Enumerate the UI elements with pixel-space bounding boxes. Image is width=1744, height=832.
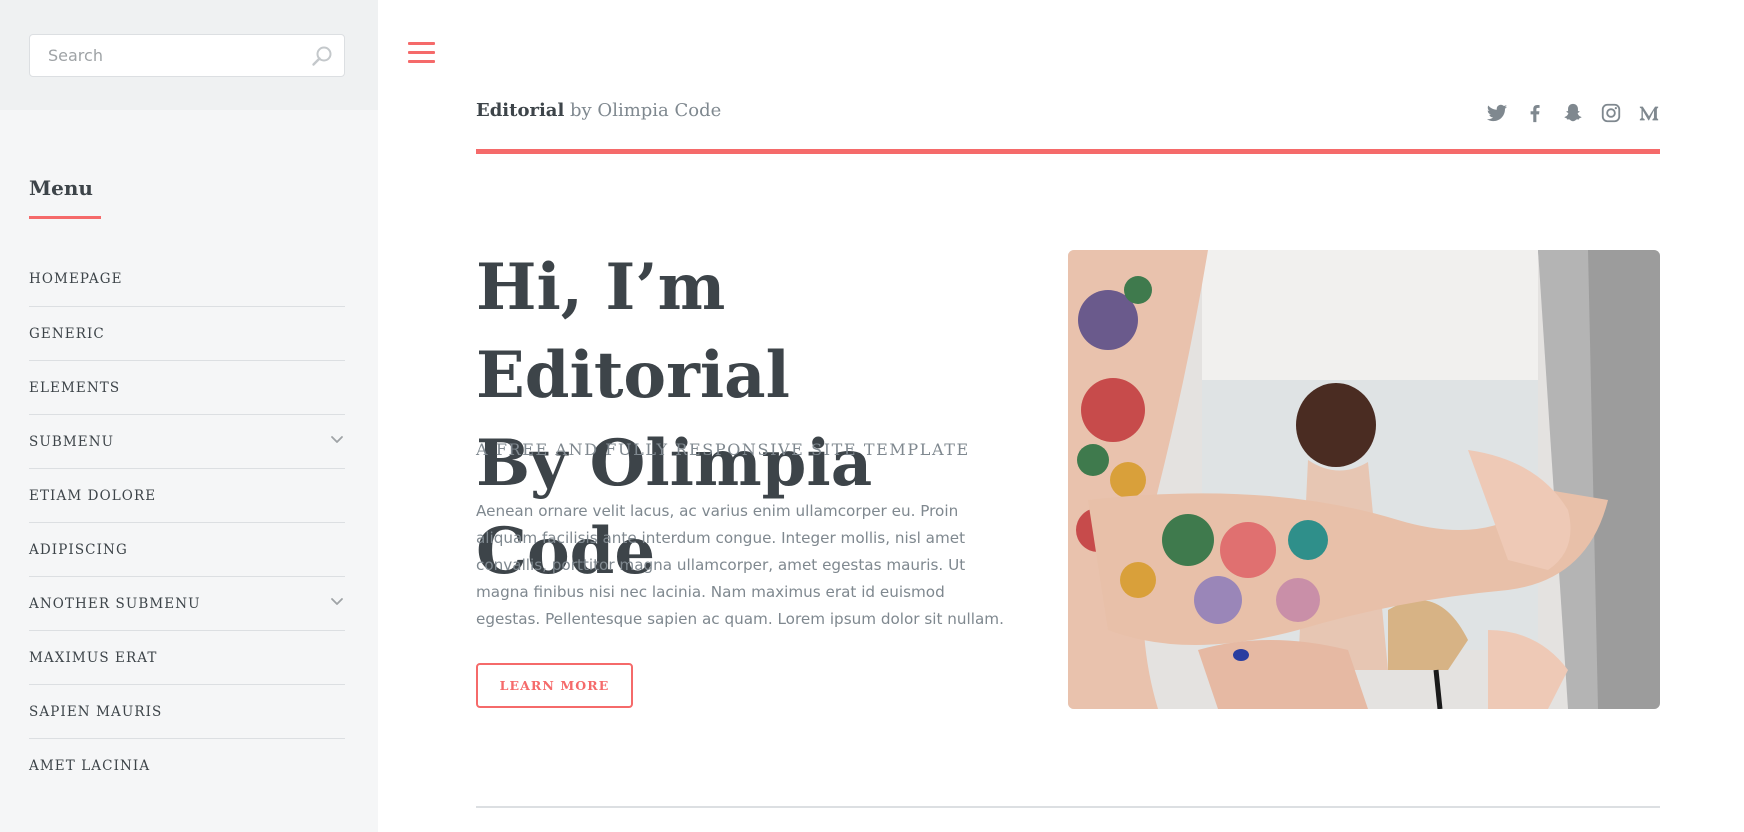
hamburger-icon <box>408 60 435 63</box>
menu-title: Menu <box>29 176 93 200</box>
section-divider <box>476 806 1660 808</box>
snapchat-icon <box>1564 103 1582 122</box>
facebook-icon <box>1530 105 1540 123</box>
menu-item-sapien-mauris[interactable]: SAPIEN MAURIS <box>29 684 345 738</box>
menu-item-generic[interactable]: GENERIC <box>29 306 345 360</box>
hero-body-text: Aenean ornare velit lacus, ac varius eni… <box>476 502 1004 628</box>
search-input[interactable] <box>46 35 296 76</box>
menu-item-amet-lacinia[interactable]: AMET LACINIA <box>29 738 345 792</box>
hero-subtitle: A FREE AND FULLY RESPONSIVE SITE TEMPLAT… <box>476 440 970 459</box>
brand-name: Editorial <box>476 100 565 121</box>
hero-photo-illustration <box>1068 250 1660 709</box>
menu-list: HOMEPAGE GENERIC ELEMENTS SUBMENU ETIAM … <box>29 252 345 792</box>
chevron-down-icon[interactable] <box>329 593 345 609</box>
menu-item-maximus-erat[interactable]: MAXIMUS ERAT <box>29 630 345 684</box>
chevron-down-icon[interactable] <box>329 431 345 447</box>
hamburger-icon <box>408 51 435 54</box>
site-logo[interactable]: Editorial by Olimpia Code <box>476 100 721 121</box>
site-header: Editorial by Olimpia Code <box>476 88 1660 154</box>
search-icon[interactable] <box>310 44 334 68</box>
medium-link[interactable] <box>1638 102 1660 124</box>
instagram-icon <box>1601 103 1621 123</box>
menu-item-label: HOMEPAGE <box>29 271 123 287</box>
brand-tagline: by Olimpia Code <box>564 100 722 121</box>
snapchat-link[interactable] <box>1562 102 1584 124</box>
menu-item-label: MAXIMUS ERAT <box>29 649 158 666</box>
hero-image <box>1068 250 1660 709</box>
menu-item-label: ETIAM DOLORE <box>29 487 157 504</box>
sidebar-toggle-button[interactable] <box>407 40 437 68</box>
twitter-link[interactable] <box>1486 102 1508 124</box>
menu-item-submenu[interactable]: SUBMENU <box>29 414 345 468</box>
menu-item-elements[interactable]: ELEMENTS <box>29 360 345 414</box>
menu-item-label: ANOTHER SUBMENU <box>29 595 201 612</box>
menu-item-label: SAPIEN MAURIS <box>29 703 163 720</box>
search-section <box>0 0 378 110</box>
instagram-link[interactable] <box>1600 102 1622 124</box>
menu-item-homepage[interactable]: HOMEPAGE <box>29 252 345 306</box>
facebook-link[interactable] <box>1524 102 1546 124</box>
menu-item-label: ADIPISCING <box>29 541 128 558</box>
menu-item-etiam-dolore[interactable]: ETIAM DOLORE <box>29 468 345 522</box>
menu-item-adipiscing[interactable]: ADIPISCING <box>29 522 345 576</box>
menu-title-underline <box>29 216 101 219</box>
menu-item-label: ELEMENTS <box>29 379 121 396</box>
search-box[interactable] <box>29 34 345 77</box>
menu-item-label: GENERIC <box>29 325 105 342</box>
menu-item-label: AMET LACINIA <box>29 757 151 774</box>
hamburger-icon <box>408 42 435 45</box>
learn-more-button[interactable]: LEARN MORE <box>476 663 633 708</box>
sidebar: Menu HOMEPAGE GENERIC ELEMENTS SUBMENU E… <box>0 0 378 832</box>
menu-item-another-submenu[interactable]: ANOTHER SUBMENU <box>29 576 345 630</box>
menu-item-label: SUBMENU <box>29 433 115 450</box>
hero-title-line-1: Hi, I’m Editorial <box>476 250 790 413</box>
medium-icon <box>1639 106 1659 121</box>
social-icons <box>1486 102 1660 124</box>
twitter-icon <box>1486 104 1508 122</box>
